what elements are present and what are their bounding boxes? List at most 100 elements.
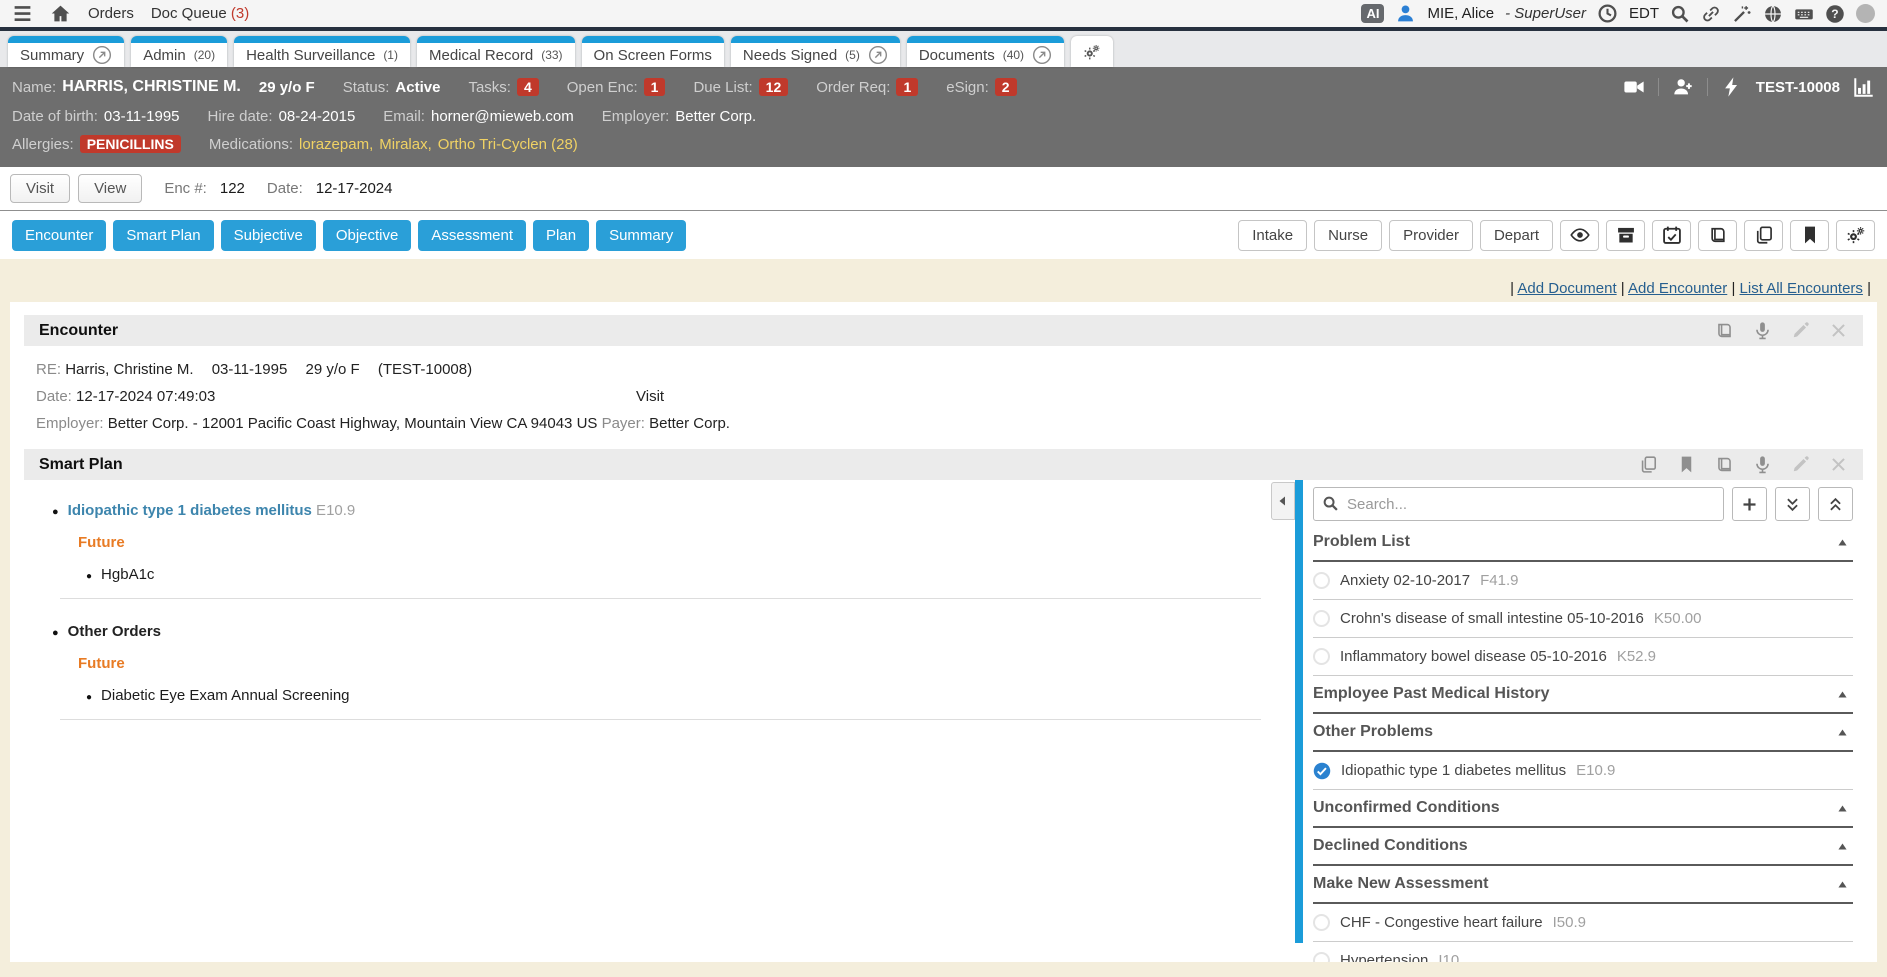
esign-badge[interactable]: 2	[995, 78, 1017, 96]
summary-nav-button[interactable]: Summary	[596, 220, 686, 251]
tab-summary[interactable]: Summary	[8, 36, 124, 67]
depart-button[interactable]: Depart	[1480, 220, 1553, 251]
mic-icon[interactable]	[1753, 321, 1772, 340]
panel-collapse-button[interactable]	[1271, 482, 1295, 520]
radio-circle-icon[interactable]	[1313, 914, 1330, 931]
section-header-problem-list[interactable]: Problem List	[1313, 524, 1853, 562]
nurse-button[interactable]: Nurse	[1314, 220, 1382, 251]
close-icon[interactable]	[1829, 321, 1848, 340]
help-icon[interactable]: ?	[1825, 4, 1845, 24]
tab-health-surveillance[interactable]: Health Surveillance(1)	[234, 36, 410, 67]
chevron-double-up-button[interactable]	[1818, 487, 1853, 521]
clock-icon[interactable]	[1597, 3, 1618, 24]
popout-icon[interactable]	[1032, 45, 1052, 65]
smart-plan-section-icons	[1639, 455, 1848, 474]
medication-link-miralax[interactable]: Miralax,	[379, 136, 432, 153]
tab-medical-record[interactable]: Medical Record(33)	[417, 36, 575, 67]
list-all-encounters-link[interactable]: List All Encounters	[1740, 280, 1863, 297]
allergy-badge[interactable]: PENICILLINS	[80, 135, 181, 153]
encounter-nav-button[interactable]: Encounter	[12, 220, 106, 251]
view-button[interactable]: View	[78, 174, 142, 203]
tab-label: On Screen Forms	[594, 47, 712, 64]
smart-plan-nav-button[interactable]: Smart Plan	[113, 220, 213, 251]
nav-doc-queue-link[interactable]: Doc Queue (3)	[151, 5, 249, 22]
hamburger-menu-icon[interactable]	[12, 3, 33, 24]
close-icon[interactable]	[1829, 455, 1848, 474]
copy-button[interactable]	[1744, 220, 1783, 251]
pencil-icon[interactable]	[1791, 455, 1810, 474]
name-label: Name:	[12, 79, 56, 96]
diagnosis-link[interactable]: Idiopathic type 1 diabetes mellitus	[68, 502, 312, 519]
radio-circle-icon[interactable]	[1313, 572, 1330, 589]
radio-circle-icon[interactable]	[1313, 952, 1330, 962]
book-button[interactable]	[1698, 220, 1737, 251]
condition-item-chf-congestive-heart-failure[interactable]: CHF - Congestive heart failureI50.9	[1313, 904, 1853, 942]
tab-settings[interactable]	[1071, 36, 1113, 67]
plan-nav-button[interactable]: Plan	[533, 220, 589, 251]
popout-icon[interactable]	[868, 45, 888, 65]
bookmark-button[interactable]	[1790, 220, 1829, 251]
section-header-declined-conditions[interactable]: Declined Conditions	[1313, 828, 1853, 866]
visit-button[interactable]: Visit	[10, 174, 70, 203]
tasks-count-badge[interactable]: 4	[517, 78, 539, 96]
pencil-icon[interactable]	[1791, 321, 1810, 340]
objective-nav-button[interactable]: Objective	[323, 220, 412, 251]
keyboard-icon[interactable]	[1794, 4, 1814, 24]
medication-link-ortho-tri-cyclen-28[interactable]: Ortho Tri-Cyclen (28)	[438, 136, 578, 153]
chevron-double-down-button[interactable]	[1775, 487, 1810, 521]
condition-item-anxiety-02-10-2017[interactable]: Anxiety 02-10-2017F41.9	[1313, 562, 1853, 600]
avatar[interactable]	[1856, 4, 1875, 23]
search-icon[interactable]	[1670, 4, 1690, 24]
nav-orders-link[interactable]: Orders	[88, 5, 134, 22]
video-camera-icon[interactable]	[1623, 76, 1645, 98]
plus-button[interactable]	[1732, 487, 1767, 521]
section-header-other-problems[interactable]: Other Problems	[1313, 714, 1853, 752]
order-req-badge[interactable]: 1	[896, 78, 918, 96]
search-icon	[1322, 495, 1339, 512]
home-icon[interactable]	[50, 3, 71, 24]
add-document-link[interactable]: Add Document	[1517, 280, 1616, 297]
calendar-check-button[interactable]	[1652, 220, 1691, 251]
subjective-nav-button[interactable]: Subjective	[221, 220, 316, 251]
section-header-make-new-assessment[interactable]: Make New Assessment	[1313, 866, 1853, 904]
due-list-badge[interactable]: 12	[759, 78, 789, 96]
book-icon[interactable]	[1715, 321, 1734, 340]
gears-button[interactable]	[1836, 220, 1875, 251]
tab-on-screen-forms[interactable]: On Screen Forms	[582, 36, 724, 67]
section-header-employee-past-medical-history[interactable]: Employee Past Medical History	[1313, 676, 1853, 714]
globe-icon[interactable]	[1763, 4, 1783, 24]
problem-search-input[interactable]	[1313, 487, 1724, 521]
eye-button[interactable]	[1560, 220, 1599, 251]
tab-documents[interactable]: Documents(40)	[907, 36, 1064, 67]
user-icon[interactable]	[1395, 3, 1416, 24]
book-icon[interactable]	[1715, 455, 1734, 474]
open-enc-badge[interactable]: 1	[644, 78, 666, 96]
radio-circle-icon[interactable]	[1313, 610, 1330, 627]
re-name: Harris, Christine M.	[65, 361, 193, 378]
section-header-unconfirmed-conditions[interactable]: Unconfirmed Conditions	[1313, 790, 1853, 828]
intake-button[interactable]: Intake	[1238, 220, 1307, 251]
link-icon[interactable]	[1701, 4, 1721, 24]
bookmark-icon[interactable]	[1677, 455, 1696, 474]
tab-needs-signed[interactable]: Needs Signed(5)	[731, 36, 900, 67]
bolt-icon[interactable]	[1721, 76, 1743, 98]
medication-link-lorazepam[interactable]: lorazepam,	[299, 136, 373, 153]
ai-badge[interactable]: AI	[1361, 4, 1384, 23]
condition-item-crohn-s-disease-of-small-intestine-05-10-2016[interactable]: Crohn's disease of small intestine 05-10…	[1313, 600, 1853, 638]
provider-button[interactable]: Provider	[1389, 220, 1473, 251]
add-encounter-link[interactable]: Add Encounter	[1628, 280, 1727, 297]
archive-button[interactable]	[1606, 220, 1645, 251]
radio-circle-icon[interactable]	[1313, 648, 1330, 665]
wand-icon[interactable]	[1732, 4, 1752, 24]
chart-icon[interactable]	[1853, 76, 1875, 98]
condition-item-idiopathic-type-1-diabetes-mellitus[interactable]: Idiopathic type 1 diabetes mellitusE10.9	[1313, 752, 1853, 790]
person-add-icon[interactable]	[1672, 76, 1694, 98]
tab-admin[interactable]: Admin(20)	[131, 36, 227, 67]
mic-icon[interactable]	[1753, 455, 1772, 474]
condition-item-inflammatory-bowel-disease-05-10-2016[interactable]: Inflammatory bowel disease 05-10-2016K52…	[1313, 638, 1853, 676]
assessment-nav-button[interactable]: Assessment	[418, 220, 526, 251]
popout-icon[interactable]	[92, 45, 112, 65]
plus-icon	[1741, 496, 1758, 513]
condition-item-hypertension[interactable]: HypertensionI10	[1313, 942, 1853, 962]
copy-icon[interactable]	[1639, 455, 1658, 474]
